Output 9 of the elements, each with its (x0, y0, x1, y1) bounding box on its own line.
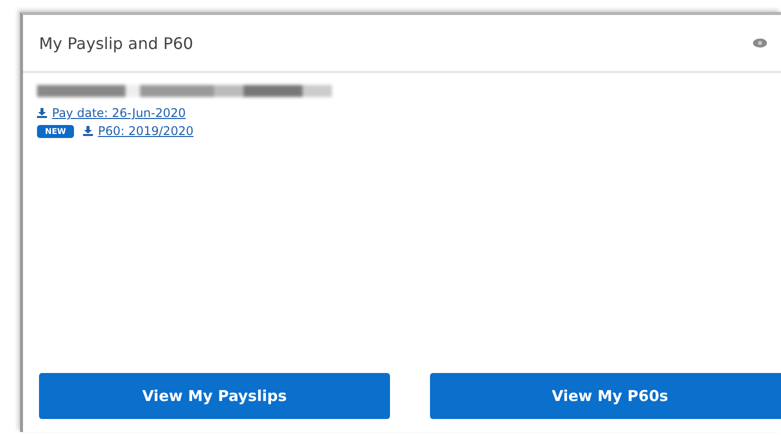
download-icon (37, 108, 47, 118)
download-link[interactable]: P60: 2019/2020 (98, 124, 194, 138)
download-link[interactable]: Pay date: 26-Jun-2020 (52, 106, 186, 120)
view-button[interactable]: View My P60s (430, 373, 781, 419)
eye-icon[interactable] (753, 38, 767, 48)
new-badge: NEW (37, 124, 74, 138)
download-icon (82, 126, 93, 136)
card-title: My Payslip and P60 (39, 34, 194, 52)
view-button[interactable]: View My Payslips (39, 373, 390, 419)
